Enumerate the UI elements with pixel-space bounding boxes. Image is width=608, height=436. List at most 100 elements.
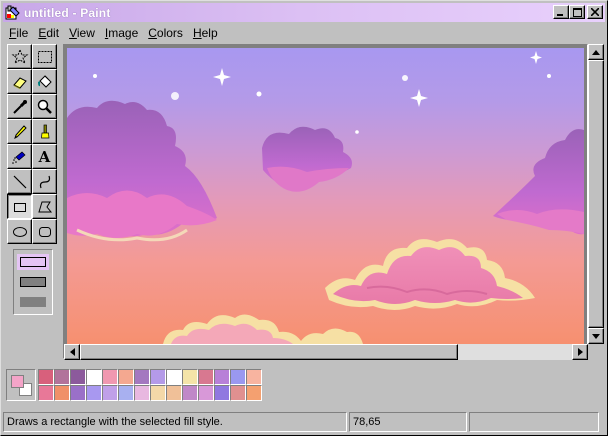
menu-colors[interactable]: Colors [143, 26, 188, 40]
palette-swatch[interactable] [198, 385, 214, 401]
palette-swatch[interactable] [118, 369, 134, 385]
airbrush-icon [11, 151, 26, 164]
arrow-up-icon [592, 49, 600, 55]
palette-swatch[interactable] [230, 385, 246, 401]
scroll-up-button[interactable] [588, 44, 604, 60]
eraser-icon [12, 76, 27, 89]
palette-swatch[interactable] [86, 369, 102, 385]
fill-with-color-tool[interactable] [32, 69, 57, 94]
horizontal-scrollbar[interactable] [64, 344, 588, 360]
drawing-canvas[interactable] [67, 48, 584, 344]
ellipse-tool[interactable] [7, 219, 32, 244]
close-button[interactable] [587, 5, 603, 19]
pink-cloud-right [325, 239, 535, 310]
fill-style-options [13, 249, 53, 315]
menu-help[interactable]: Help [188, 26, 223, 40]
palette-swatch[interactable] [230, 369, 246, 385]
vertical-scroll-thumb[interactable] [588, 60, 604, 328]
status-bar: Draws a rectangle with the selected fill… [3, 411, 605, 433]
color-box [4, 365, 604, 405]
maximize-button[interactable] [569, 5, 585, 19]
status-message: Draws a rectangle with the selected fill… [3, 412, 347, 432]
menu-file[interactable]: File [4, 26, 33, 40]
rectangle-icon [13, 202, 26, 212]
palette-swatch[interactable] [150, 385, 166, 401]
select-tool[interactable] [32, 44, 57, 69]
palette-swatch[interactable] [70, 369, 86, 385]
palette-swatch[interactable] [102, 369, 118, 385]
palette-swatch[interactable] [134, 369, 150, 385]
paint-bucket-icon [37, 74, 52, 88]
minimize-button[interactable] [553, 5, 569, 19]
rectangle-tool[interactable] [7, 194, 32, 219]
bottom-cloud [163, 314, 363, 344]
palette-swatch[interactable] [54, 369, 70, 385]
foreground-color-swatch[interactable] [11, 375, 24, 388]
rounded-rect-icon [38, 226, 51, 237]
cursor-coordinates: 78,65 [349, 412, 467, 432]
current-colors[interactable] [6, 369, 36, 401]
paint-window: untitled - Paint File Edit View Image Colors… [0, 0, 608, 436]
minimize-icon [557, 14, 563, 16]
text-tool[interactable]: A [32, 144, 57, 169]
palette-swatch[interactable] [102, 385, 118, 401]
free-form-select-tool[interactable] [7, 44, 32, 69]
palette-swatch[interactable] [38, 385, 54, 401]
toolbox: A [7, 44, 59, 315]
palette-swatch[interactable] [214, 385, 230, 401]
palette-swatch[interactable] [246, 369, 262, 385]
pick-color-tool[interactable] [7, 94, 32, 119]
line-tool[interactable] [7, 169, 32, 194]
paint-app-icon[interactable] [5, 5, 21, 21]
polygon-tool[interactable] [32, 194, 57, 219]
purple-cloud-center [262, 126, 352, 192]
palette-swatch[interactable] [38, 369, 54, 385]
purple-cloud-right [493, 129, 584, 235]
fill-style-outline-fill[interactable] [17, 274, 49, 290]
canvas-viewport [63, 44, 588, 359]
palette-swatch[interactable] [182, 385, 198, 401]
menu-view[interactable]: View [64, 26, 100, 40]
airbrush-tool[interactable] [7, 144, 32, 169]
polygon-icon [37, 201, 52, 212]
palette-swatch[interactable] [214, 369, 230, 385]
brush-tool[interactable] [32, 119, 57, 144]
eraser-tool[interactable] [7, 69, 32, 94]
color-palette [38, 369, 262, 401]
palette-swatch[interactable] [86, 385, 102, 401]
palette-swatch[interactable] [70, 385, 86, 401]
purple-cloud-left [67, 100, 217, 242]
close-icon [591, 8, 599, 16]
outline-swatch-icon [20, 257, 46, 267]
palette-swatch[interactable] [54, 385, 70, 401]
curve-tool[interactable] [32, 169, 57, 194]
title-bar[interactable]: untitled - Paint [3, 3, 605, 22]
palette-swatch[interactable] [134, 385, 150, 401]
arrow-down-icon [592, 333, 600, 339]
menu-image[interactable]: Image [100, 26, 143, 40]
ellipse-icon [12, 226, 27, 237]
palette-swatch[interactable] [246, 385, 262, 401]
arrow-right-icon [577, 348, 583, 356]
scroll-left-button[interactable] [64, 344, 80, 360]
menu-edit[interactable]: Edit [33, 26, 64, 40]
scroll-right-button[interactable] [572, 344, 588, 360]
brush-icon [40, 124, 49, 138]
palette-swatch[interactable] [198, 369, 214, 385]
star-select-icon [11, 48, 28, 64]
rounded-rectangle-tool[interactable] [32, 219, 57, 244]
fill-style-fill[interactable] [17, 294, 49, 310]
palette-swatch[interactable] [150, 369, 166, 385]
palette-swatch[interactable] [118, 385, 134, 401]
fill-style-outline[interactable] [17, 254, 49, 270]
magnifier-tool[interactable] [32, 94, 57, 119]
horizontal-scroll-thumb[interactable] [80, 344, 458, 360]
palette-swatch[interactable] [182, 369, 198, 385]
vertical-scrollbar[interactable] [588, 44, 604, 344]
palette-swatch[interactable] [166, 369, 182, 385]
pencil-tool[interactable] [7, 119, 32, 144]
maximize-icon [572, 7, 582, 17]
scroll-down-button[interactable] [588, 328, 604, 344]
eyedropper-icon [12, 99, 27, 114]
palette-swatch[interactable] [166, 385, 182, 401]
